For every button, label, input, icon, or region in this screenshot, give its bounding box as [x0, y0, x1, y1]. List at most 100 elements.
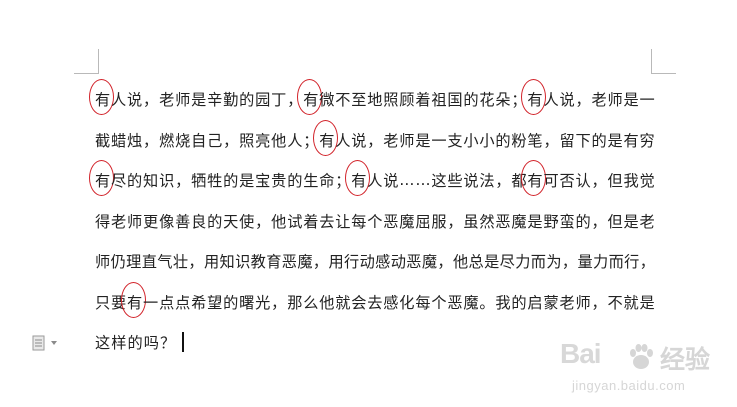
- text-character: 是: [639, 293, 655, 312]
- text-character: 使: [239, 212, 255, 231]
- text-character: 点: [175, 293, 191, 312]
- text-character: 那: [287, 293, 303, 312]
- text-character: 蜡: [111, 131, 127, 150]
- text-character: 用: [203, 253, 220, 272]
- text-character: 望: [207, 293, 223, 312]
- text-character: ，: [143, 131, 159, 150]
- text-line: 得老师更像善良的天使，他试着去让每个恶魔屈服，虽然恶魔是野蛮的，但是老: [95, 201, 655, 242]
- text-character: 动: [359, 253, 375, 272]
- text-character: 像: [159, 212, 175, 231]
- text-character: 化: [399, 293, 415, 312]
- text-character: 辛: [207, 91, 223, 110]
- text-character: 天: [223, 212, 239, 231]
- text-character: 更: [143, 212, 159, 231]
- text-character: 着: [303, 212, 319, 231]
- circled-character: 有: [88, 79, 115, 116]
- text-character: 不: [335, 91, 351, 110]
- text-character: 否: [559, 172, 575, 191]
- chevron-down-icon[interactable]: [51, 340, 57, 346]
- text-character: 粉: [511, 131, 527, 150]
- text-character: 但: [607, 172, 623, 191]
- text-line: 截蜡烛，燃烧自己，照亮他人；有人说，老师是一支小小的粉笔，留下的是有穷: [95, 119, 655, 161]
- text-character: 这: [431, 172, 447, 191]
- text-character: 每: [351, 212, 367, 231]
- text-character: 是: [239, 172, 255, 191]
- text-character: 自: [191, 131, 207, 150]
- text-character: 仍: [110, 253, 126, 272]
- text-character: 魔: [297, 253, 313, 272]
- text-character: 他: [271, 212, 287, 231]
- text-character: 力: [515, 253, 531, 272]
- text-character: 老: [159, 91, 175, 110]
- text-character: 的: [223, 172, 239, 191]
- text-character: 识: [159, 172, 175, 191]
- text-character: 穷: [639, 131, 655, 150]
- document-body[interactable]: 有人说，老师是辛勤的园丁，有微不至地照顾着祖国的花朵；有人说，老师是一截蜡烛，燃…: [88, 79, 655, 363]
- text-character: 曙: [239, 293, 255, 312]
- text-character: 的: [591, 131, 607, 150]
- text-character: 下: [575, 131, 591, 150]
- text-character: 善: [175, 212, 191, 231]
- circled-character: 有: [313, 119, 339, 156]
- text-character: 地: [367, 91, 383, 110]
- text-character: 蒙: [543, 293, 559, 312]
- text-character: 然: [479, 212, 495, 231]
- watermark-url: jingyan.baidu.com: [572, 378, 686, 393]
- text-character: 的: [239, 91, 255, 110]
- text-character: 育: [266, 253, 282, 272]
- text-character: 他: [452, 253, 469, 272]
- text-character: 园: [255, 91, 271, 110]
- baidu-jingyan-watermark: Bai 经验 jingyan.baidu.com: [560, 336, 734, 400]
- text-character: 不: [607, 293, 623, 312]
- text-character: 为: [546, 253, 562, 272]
- text-character: 魔: [463, 293, 479, 312]
- circled-character: 有: [345, 160, 371, 197]
- circled-character: 有: [521, 79, 547, 116]
- text-character: 支: [447, 131, 463, 150]
- text-character: 恶: [281, 253, 297, 272]
- text-character: 是: [623, 91, 639, 110]
- text-character: 个: [367, 212, 383, 231]
- text-character: 理: [126, 253, 142, 272]
- text-character: 。: [479, 293, 495, 312]
- text-character: 我: [495, 293, 511, 312]
- text-character: 照: [239, 131, 255, 150]
- text-character: 的: [127, 172, 143, 191]
- text-character: 是: [415, 131, 431, 150]
- text-character: 说: [559, 91, 575, 110]
- text-character: 就: [335, 293, 351, 312]
- text-character: 用: [328, 253, 344, 272]
- text-character: 亮: [255, 131, 271, 150]
- circled-character: 有: [120, 281, 147, 318]
- text-character: ，: [561, 253, 578, 272]
- text-character: 丁: [271, 91, 287, 110]
- text-character: 得: [95, 212, 111, 231]
- text-character: 牺: [191, 172, 207, 191]
- text-character: 恶: [495, 212, 511, 231]
- text-character: 的: [223, 293, 239, 312]
- text-character: 的: [495, 131, 511, 150]
- text-character: 直: [141, 253, 157, 272]
- text-character: 行: [624, 253, 640, 272]
- text-character: 人: [335, 131, 351, 150]
- text-character: 认: [575, 172, 591, 191]
- text-character: 是: [527, 212, 543, 231]
- text-character: 法: [479, 172, 495, 191]
- text-character: 他: [319, 293, 335, 312]
- text-character: 量: [577, 253, 593, 272]
- text-character: 虽: [463, 212, 479, 231]
- text-character: 蛮: [559, 212, 575, 231]
- text-character: 说: [351, 131, 367, 150]
- text-character: 野: [543, 212, 559, 231]
- text-character: 师: [607, 91, 623, 110]
- paw-icon: [630, 344, 653, 369]
- text-character: 师: [399, 131, 415, 150]
- text-character: 一: [639, 91, 655, 110]
- text-character: ，: [223, 131, 239, 150]
- text-character: 教: [250, 253, 266, 272]
- text-character: 燃: [159, 131, 175, 150]
- text-character: 留: [559, 131, 575, 150]
- text-character: ，: [639, 253, 655, 272]
- text-character: 启: [527, 293, 543, 312]
- text-character: 魔: [511, 212, 527, 231]
